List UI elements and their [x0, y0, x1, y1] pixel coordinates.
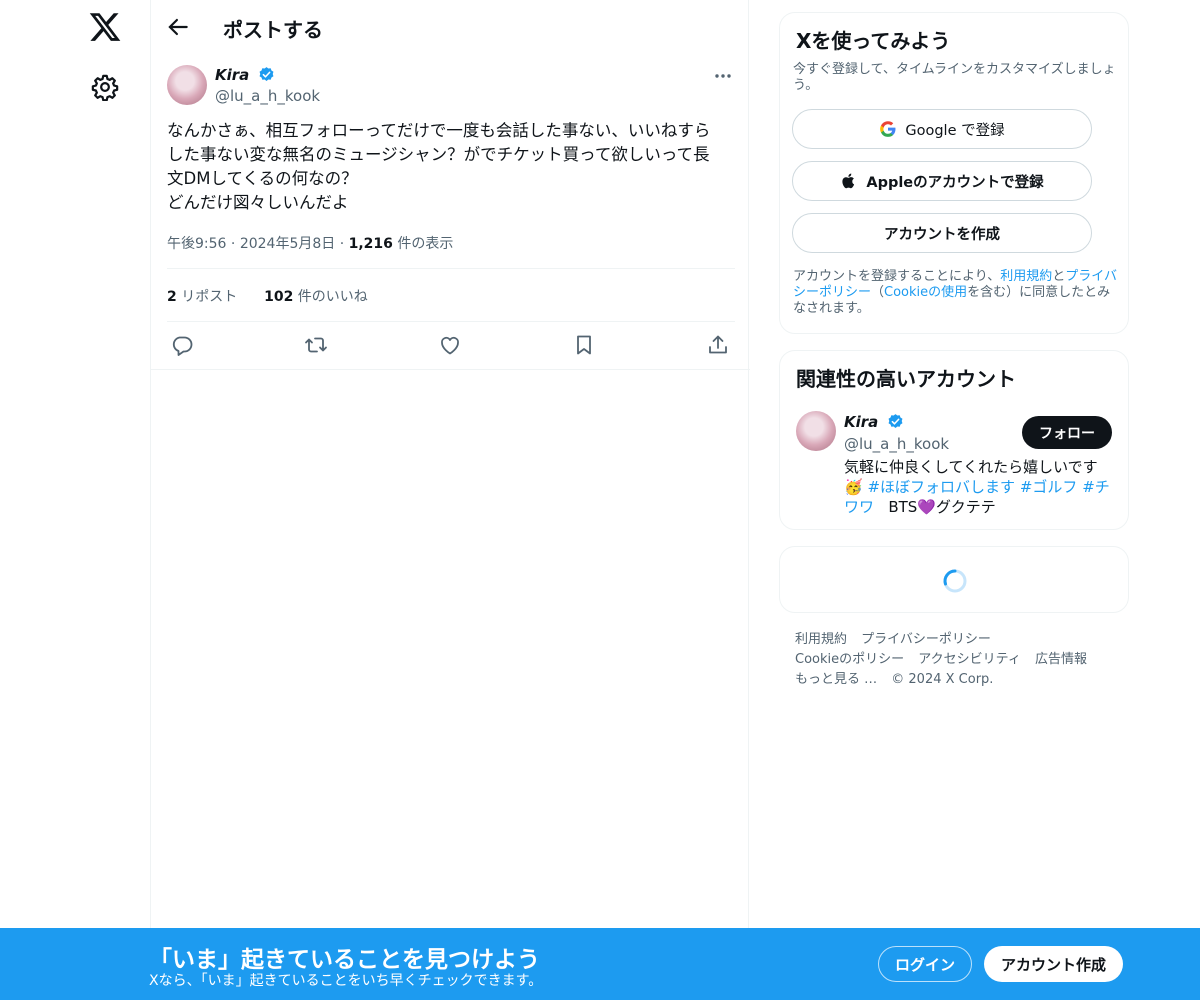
post-time[interactable]: 午後9:56 [167, 236, 226, 252]
divider [167, 321, 735, 322]
gear-icon[interactable] [91, 73, 119, 101]
loading-spinner-icon [943, 569, 967, 593]
author-name-text: Kira [215, 66, 250, 84]
signup-title: Xを使ってみよう [796, 29, 951, 53]
reposts-count: 2 [167, 289, 177, 305]
trends-loading-card [779, 546, 1129, 613]
related-account-name[interactable]: Kira [844, 413, 904, 431]
more-options-icon[interactable] [713, 66, 733, 86]
post-date[interactable]: 2024年5月8日 [240, 236, 335, 252]
google-icon [880, 121, 896, 137]
legal-text: （ [871, 285, 885, 300]
views-count: 1,216 [348, 236, 393, 252]
footer-privacy-link[interactable]: プライバシーポリシー [861, 632, 991, 647]
arrow-left-icon[interactable] [165, 14, 191, 40]
related-title: 関連性の高いアカウント [796, 367, 1016, 391]
divider [167, 268, 735, 269]
post-actions [151, 330, 750, 360]
related-accounts-card: 関連性の高いアカウント Kira @lu_a_h_kook フォロー 気軽に仲良… [779, 350, 1129, 530]
copyright: © 2024 X Corp. [891, 672, 994, 687]
hashtag-link[interactable]: #ゴルフ [1020, 478, 1078, 496]
party-emoji: 🥳 [844, 478, 863, 496]
footer-accessibility-link[interactable]: アクセシビリティ [918, 652, 1021, 667]
post-text-line: した事ない変な無名のミュージシャン？がでチケット買って欲しいって長 [167, 145, 710, 164]
legal-text: アカウントを登録することにより、 [793, 269, 1001, 284]
post-meta: 午後9:56 · 2024年5月8日 · 1,216 件の表示 [167, 233, 453, 253]
bio-text: グクテテ [936, 498, 996, 516]
like-icon[interactable] [438, 333, 462, 357]
signup-banner: 「いま」起きていることを見つけよう Xなら、「いま」起きていることをいち早くチェ… [0, 928, 1200, 1000]
footer-ads-link[interactable]: 広告情報 [1035, 652, 1087, 667]
verified-badge-icon [259, 67, 273, 81]
reposts-label: リポスト [181, 289, 238, 305]
cookie-link[interactable]: Cookieの使用 [884, 285, 967, 300]
related-name-text: Kira [844, 413, 879, 431]
likes-stat[interactable]: 102 件のいいね [264, 289, 368, 305]
google-signup-button[interactable]: Google で登録 [792, 109, 1092, 149]
signup-subtitle: 今すぐ登録して、タイムラインをカスタマイズしましょう。 [793, 62, 1116, 93]
share-icon[interactable] [706, 333, 730, 357]
divider [151, 369, 750, 370]
google-signup-label: Google で登録 [905, 122, 1005, 139]
post-text: なんかさぁ、相互フォローってだけで一度も会話した事ない、いいねすら した事ない変… [167, 119, 737, 215]
related-account-handle[interactable]: @lu_a_h_kook [844, 435, 949, 453]
bio-text: 気軽に仲良くしてくれたら嬉しいです [844, 458, 1098, 476]
signup-legal-text: アカウントを登録することにより、利用規約とプライバシーポリシー（Cookieの使… [793, 269, 1119, 317]
bio-text: BTS [888, 498, 918, 516]
author-name[interactable]: Kira [215, 66, 275, 84]
main-column: ポストする Kira @lu_a_h_kook なんかさぁ、相互フォローってだけ… [150, 0, 750, 1000]
post-text-line: どんだけ図々しいんだよ [167, 193, 349, 212]
author-handle[interactable]: @lu_a_h_kook [215, 87, 320, 105]
footer-cookie-link[interactable]: Cookieのポリシー [795, 652, 904, 667]
separator-dot: · [230, 236, 240, 252]
repost-icon[interactable] [304, 333, 328, 357]
legal-text: と [1052, 269, 1066, 284]
apple-icon [842, 173, 855, 189]
likes-count: 102 [264, 289, 294, 305]
signup-card: Xを使ってみよう 今すぐ登録して、タイムラインをカスタマイズしましょう。 Goo… [779, 12, 1129, 334]
terms-link[interactable]: 利用規約 [1000, 269, 1052, 284]
heart-emoji: 💜 [917, 498, 936, 516]
avatar[interactable] [796, 411, 836, 451]
apple-signup-button[interactable]: Appleのアカウントで登録 [792, 161, 1092, 201]
apple-signup-label: Appleのアカウントで登録 [866, 174, 1044, 191]
footer-links: 利用規約 プライバシーポリシー Cookieのポリシー アクセシビリティ 広告情… [795, 630, 1115, 690]
related-account-bio: 気軽に仲良くしてくれたら嬉しいです 🥳 #ほぼフォロバします #ゴルフ #チワワ… [844, 457, 1119, 517]
bookmark-icon[interactable] [572, 333, 596, 357]
x-logo-icon[interactable] [88, 10, 122, 44]
page-title: ポストする [223, 18, 323, 42]
banner-title: 「いま」起きていることを見つけよう [149, 947, 540, 973]
views-label: 件の表示 [397, 236, 454, 252]
banner-subtitle: Xなら、「いま」起きていることをいち早くチェックできます。 [149, 973, 543, 989]
page: ポストする Kira @lu_a_h_kook なんかさぁ、相互フォローってだけ… [0, 0, 1200, 1000]
post-text-line: 文DMしてくるの何なの？ [167, 169, 358, 188]
left-nav [0, 0, 150, 1000]
reposts-stat[interactable]: 2 リポスト [167, 289, 237, 305]
header: ポストする [151, 0, 750, 53]
verified-badge-icon [888, 414, 902, 428]
avatar[interactable] [167, 65, 207, 105]
hashtag-link[interactable]: #ほぼフォロバします [867, 478, 1015, 496]
footer-terms-link[interactable]: 利用規約 [795, 632, 847, 647]
footer-more-link[interactable]: もっと見る … [795, 672, 877, 687]
banner-create-account-button[interactable]: アカウント作成 [984, 946, 1123, 982]
create-account-button[interactable]: アカウントを作成 [792, 213, 1092, 253]
reply-icon[interactable] [170, 333, 194, 357]
login-button[interactable]: ログイン [878, 946, 972, 982]
follow-button[interactable]: フォロー [1022, 416, 1112, 449]
post-text-line: なんかさぁ、相互フォローってだけで一度も会話した事ない、いいねすら [167, 121, 711, 140]
separator-dot: · [339, 236, 349, 252]
likes-label: 件のいいね [297, 289, 368, 305]
post-stats: 2 リポスト 102 件のいいね [167, 286, 368, 306]
